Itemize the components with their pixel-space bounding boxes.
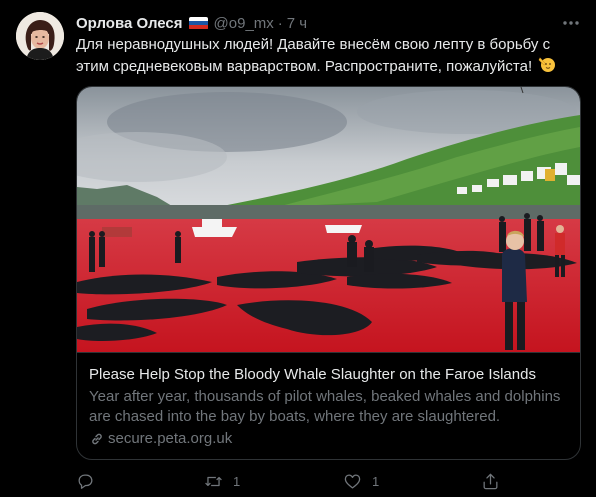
like-button[interactable]: 1 xyxy=(343,472,379,491)
user-handle[interactable]: @o9_mx xyxy=(214,15,274,32)
card-description: Year after year, thousands of pilot whal… xyxy=(89,388,561,425)
whale-slaughter-photo xyxy=(77,87,580,352)
card-body[interactable]: Please Help Stop the Bloody Whale Slaugh… xyxy=(77,352,580,459)
card-image[interactable] xyxy=(77,87,580,352)
reply-icon xyxy=(78,474,93,489)
action-bar: 1 1 xyxy=(76,472,581,494)
russia-flag-icon xyxy=(188,16,208,30)
tweet[interactable]: Орлова Олеся @o9_mx · 7 ч Для неравнодуш… xyxy=(0,0,596,497)
card-domain-text: secure.peta.org.uk xyxy=(108,430,233,447)
share-button[interactable] xyxy=(481,472,500,491)
avatar[interactable] xyxy=(16,12,64,60)
like-count: 1 xyxy=(372,474,380,489)
link-card[interactable]: Please Help Stop the Bloody Whale Slaugh… xyxy=(76,86,581,460)
tweet-header: Орлова Олеся @o9_mx · 7 ч xyxy=(76,13,307,33)
link-icon xyxy=(92,433,102,445)
card-domain[interactable]: secure.peta.org.uk xyxy=(89,429,568,449)
saluting-face-icon xyxy=(538,55,556,79)
retweet-button[interactable]: 1 xyxy=(204,472,240,491)
tweet-text: Для неравнодушных людей! Давайте внесём … xyxy=(76,35,581,79)
separator-dot: · xyxy=(277,14,283,32)
tweet-text-body: Для неравнодушных людей! Давайте внесём … xyxy=(76,36,551,75)
avatar-image xyxy=(16,12,64,60)
retweet-icon xyxy=(205,476,222,487)
reply-button[interactable] xyxy=(76,472,105,491)
retweet-count: 1 xyxy=(233,474,241,489)
timestamp[interactable]: 7 ч xyxy=(287,15,307,32)
card-title[interactable]: Please Help Stop the Bloody Whale Slaugh… xyxy=(89,365,568,385)
more-options-icon[interactable] xyxy=(561,13,581,33)
display-name[interactable]: Орлова Олеся xyxy=(76,15,183,32)
heart-icon xyxy=(344,474,361,489)
share-icon xyxy=(483,473,498,490)
